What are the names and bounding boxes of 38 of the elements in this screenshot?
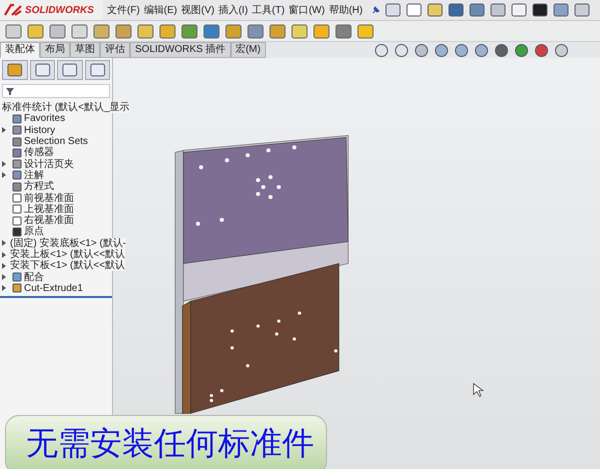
tree-item-label[interactable]: 传感器 xyxy=(24,147,54,158)
command-tab[interactable]: 宏(M) xyxy=(230,42,266,58)
tree-item-label[interactable]: 配合 xyxy=(24,272,44,283)
tree-item-label[interactable]: 方程式 xyxy=(24,181,54,192)
tree-item-label[interactable]: 上视基准面 xyxy=(24,204,74,215)
tree-item-label[interactable]: 前视基准面 xyxy=(24,192,74,204)
logo-icon xyxy=(3,3,23,17)
menu-item[interactable]: 编辑(E) xyxy=(144,3,178,17)
caption-text: 无需安装任何标准件 xyxy=(26,424,314,462)
pin-icon[interactable] xyxy=(370,5,381,15)
tree-item-label[interactable]: (固定) 安装底板<1> (默认- xyxy=(10,238,126,249)
menu-item[interactable]: 窗口(W) xyxy=(288,3,325,17)
menu-item[interactable]: 帮助(H) xyxy=(328,3,363,17)
tree-item-label[interactable]: Selection Sets xyxy=(24,136,88,148)
command-tab[interactable]: 布局 xyxy=(40,42,70,58)
tree-item-label[interactable]: Cut-Extrude1 xyxy=(24,282,83,294)
menu-item[interactable]: 文件(F) xyxy=(107,3,140,17)
menu-item[interactable]: 插入(I) xyxy=(218,3,248,17)
command-tab[interactable]: SOLIDWORKS 插件 xyxy=(130,42,231,58)
tree-item-label[interactable]: 安装下板<1> (默认<<默认 xyxy=(10,260,126,272)
filter-field[interactable] xyxy=(2,84,110,98)
tree-root-label[interactable]: 标准件统计 (默认<默认_显示 xyxy=(2,102,130,114)
filter-icon xyxy=(5,86,15,96)
tree-item-label[interactable]: 安装上板<1> (默认<<默认 xyxy=(10,249,126,260)
command-tab[interactable]: 装配体 xyxy=(0,42,40,58)
tree-item-label[interactable]: 右视基准面 xyxy=(24,215,74,226)
tree-item-label[interactable]: 原点 xyxy=(24,226,44,238)
tree-item-label[interactable]: Favorites xyxy=(24,113,66,124)
tree-item-label[interactable]: 注解 xyxy=(24,170,44,181)
command-tab[interactable]: 评估 xyxy=(100,42,130,58)
mouse-cursor-icon xyxy=(473,382,484,398)
command-tab[interactable]: 草图 xyxy=(70,42,100,58)
menu-item[interactable]: 视图(V) xyxy=(181,3,214,17)
tree-item-label[interactable]: 设计活页夹 xyxy=(24,158,74,170)
menu-item[interactable]: 工具(T) xyxy=(252,3,285,17)
app-name: SOLIDWORKS xyxy=(25,4,94,16)
tree-item-label[interactable]: History xyxy=(24,124,56,136)
expand-arrow-icon[interactable] xyxy=(2,127,6,134)
